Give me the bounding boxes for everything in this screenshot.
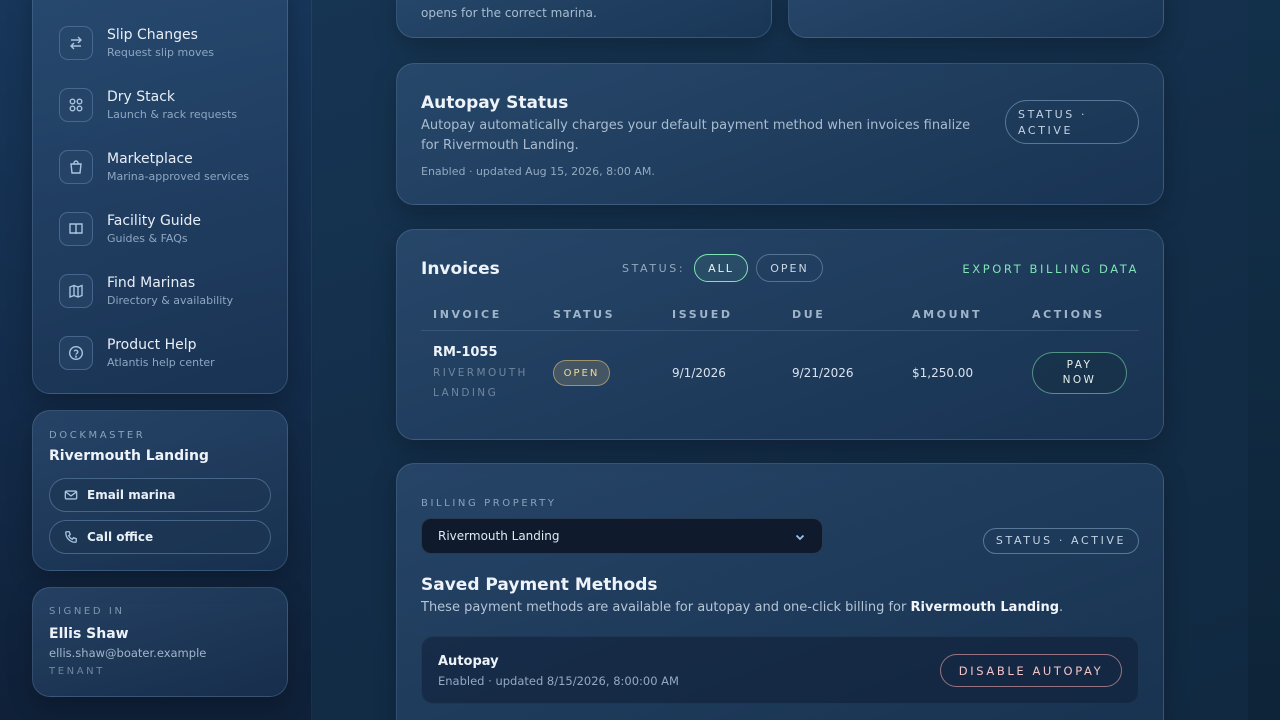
shopping-bag-icon [59,150,93,184]
sidebar-item-title: Slip Changes [107,27,198,43]
user-email: ellis.shaw@boater.example [49,646,207,660]
info-card-partial-right [788,0,1164,38]
invoice-property: LANDING [433,387,499,399]
map-icon [59,274,93,308]
mail-icon [64,490,78,500]
column-header-invoice: INVOICE [433,308,502,321]
autopay-method-meta: Enabled · updated 8/15/2026, 8:00:00 AM [438,674,679,688]
pay-now-line: PAY [1066,359,1093,371]
billing-property-select[interactable]: Rivermouth Landing [421,518,823,554]
filter-open-chip[interactable]: OPEN [756,254,823,282]
dockmaster-card: DOCKMASTER Rivermouth Landing Email mari… [32,410,288,571]
invoice-property: RIVERMOUTH [433,367,528,379]
export-billing-link[interactable]: EXPORT BILLING DATA [962,262,1139,276]
sidebar-item-product-help[interactable]: Product Help Atlantis help center [59,333,279,373]
dockmaster-name: Rivermouth Landing [49,448,209,464]
sidebar-item-slip-changes[interactable]: Slip Changes Request slip moves [59,23,279,63]
user-name: Ellis Shaw [49,626,129,642]
status-badge-line: ACTIVE [1018,124,1074,137]
filter-all-chip[interactable]: ALL [694,254,748,282]
pay-now-button[interactable]: PAY NOW [1032,352,1127,394]
autopay-method-row: Autopay Enabled · updated 8/15/2026, 8:0… [421,636,1139,704]
sidebar-item-title: Facility Guide [107,213,202,229]
pay-now-line: NOW [1062,374,1097,386]
billing-property-label: BILLING PROPERTY [421,498,557,509]
phone-icon [65,531,77,543]
autopay-description: Autopay automatically charges your defau… [421,118,971,153]
sidebar-item-dry-stack[interactable]: Dry Stack Launch & rack requests [59,85,279,125]
sidebar-item-subtitle: Atlantis help center [107,356,215,369]
sidebar-item-facility-guide[interactable]: Facility Guide Guides & FAQs [59,209,279,249]
autopay-status-card: Autopay Status Autopay automatically cha… [396,63,1164,205]
payment-methods-description: These payment methods are available for … [421,600,1063,615]
description-suffix: . [1059,600,1064,615]
sidebar-item-find-marinas[interactable]: Find Marinas Directory & availability [59,271,279,311]
billing-status-badge: STATUS · ACTIVE [983,528,1139,554]
question-circle-icon [59,336,93,370]
invoice-issued: 9/1/2026 [672,366,726,380]
right-gutter [1248,0,1280,720]
signed-in-eyebrow: SIGNED IN [49,606,125,617]
sidebar-item-title: Product Help [107,337,197,353]
column-header-status: STATUS [553,308,616,321]
invoice-amount: $1,250.00 [912,366,974,380]
info-card-partial: opens for the correct marina. [396,0,772,38]
disable-autopay-button[interactable]: DISABLE AUTOPAY [940,654,1122,687]
email-marina-button[interactable]: Email marina [49,478,271,512]
billing-property-card: BILLING PROPERTY Rivermouth Landing STAT… [396,463,1164,720]
invoice-id[interactable]: RM-1055 [433,345,498,360]
description-text: These payment methods are available for … [421,600,911,615]
sidebar-item-marketplace[interactable]: Marketplace Marina-approved services [59,147,279,187]
description-property: Rivermouth Landing [910,600,1060,615]
column-header-amount: AMOUNT [912,308,983,321]
signed-in-card: SIGNED IN Ellis Shaw ellis.shaw@boater.e… [32,587,288,697]
invoices-card: Invoices STATUS: ALL OPEN EXPORT BILLING… [396,229,1164,440]
invoices-title: Invoices [421,259,500,279]
column-header-actions: ACTIONS [1032,308,1105,321]
column-header-due: DUE [792,308,826,321]
invoice-due: 9/21/2026 [792,366,854,380]
swap-arrows-icon [59,26,93,60]
call-office-label: Call office [87,530,154,544]
autopay-status-badge: STATUS · ACTIVE [1005,100,1139,144]
autopay-method-title: Autopay [438,654,499,669]
autopay-title: Autopay Status [421,93,569,113]
autopay-meta: Enabled · updated Aug 15, 2026, 8:00 AM. [421,165,655,178]
table-divider [421,330,1139,331]
book-icon [59,212,93,246]
sidebar-item-subtitle: Directory & availability [107,294,234,307]
column-header-issued: ISSUED [672,308,733,321]
info-card-text: opens for the correct marina. [421,6,597,20]
grid-icon [59,88,93,122]
email-marina-label: Email marina [87,488,176,502]
status-badge-line: STATUS · [1018,108,1088,121]
billing-property-value: Rivermouth Landing [438,529,560,543]
sidebar-item-title: Find Marinas [107,275,196,291]
sidebar-item-subtitle: Guides & FAQs [107,232,188,245]
user-role: TENANT [49,666,105,677]
chevron-down-icon [795,534,805,541]
call-office-button[interactable]: Call office [49,520,271,554]
dockmaster-eyebrow: DOCKMASTER [49,430,146,441]
status-filter-label: STATUS: [622,262,686,275]
sidebar-item-subtitle: Request slip moves [107,46,214,59]
sidebar-item-subtitle: Launch & rack requests [107,108,238,121]
status-badge: OPEN [553,360,610,386]
payment-methods-title: Saved Payment Methods [421,575,658,595]
sidebar-nav-card: Slip Changes Request slip moves Dry Stac… [32,0,288,394]
sidebar-item-subtitle: Marina-approved services [107,170,250,183]
sidebar-item-title: Dry Stack [107,89,176,105]
sidebar-item-title: Marketplace [107,151,193,167]
